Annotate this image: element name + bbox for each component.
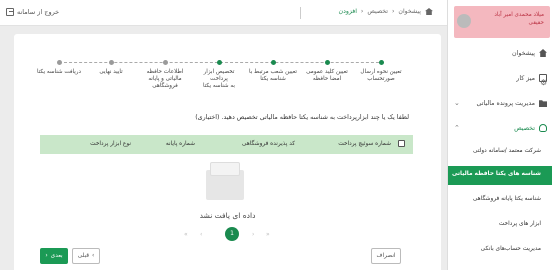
next-button[interactable]: بعدی ‹	[40, 248, 68, 264]
stepper: دریافت شناسه یکتا تایید نهایی اطلاعات حا…	[34, 60, 414, 100]
breadcrumb-item-allocation[interactable]: تخصیص	[367, 8, 388, 15]
home-icon	[425, 8, 433, 15]
sidebar-subitem-bank-accounts[interactable]: مدیریت حساب‌های بانکی	[448, 246, 552, 258]
logout-label: خروج از سامانه	[17, 8, 60, 16]
main-card: دریافت شناسه یکتا تایید نهایی اطلاعات حا…	[14, 34, 441, 270]
sidebar-subitem-tax-memory-ids[interactable]: شناسه های یکتا حافظه مالیاتی	[448, 166, 552, 185]
avatar	[457, 14, 471, 28]
chevron-up-icon: ⌃	[454, 124, 460, 132]
page-number-current[interactable]: 1	[225, 227, 239, 241]
empty-state-icon	[200, 162, 250, 206]
breadcrumb: پیشخوان ‹ تخصیص ‹ افزودن	[339, 8, 433, 15]
sidebar-subitem-terminal-ids[interactable]: شناسه یکتا پایانه فروشگاهی	[448, 196, 552, 208]
chevron-right-icon: ›	[91, 253, 95, 259]
sidebar-subitem-trusted-company[interactable]: شرکت معتمد /سامانه دولتی	[448, 148, 552, 160]
step-invoice-method: تعیین نحوه ارسال صورتحساب	[356, 60, 406, 83]
pagination: « ‹ 1 › »	[184, 227, 274, 243]
step-public-key: تعیین کلید عمومی امضا حافظه	[302, 60, 352, 83]
cancel-button[interactable]: انصراف	[371, 248, 401, 264]
chevron-left-icon: ‹	[45, 253, 48, 259]
prev-page-button[interactable]: ‹	[200, 231, 202, 238]
breadcrumb-item-add: افزودن	[338, 8, 357, 15]
divider	[300, 7, 301, 19]
column-header-payment-tool-type[interactable]: نوع ابزار پرداخت	[90, 141, 131, 147]
top-bar: خروج از سامانه پیشخوان ‹ تخصیص ‹ افزودن	[0, 0, 447, 26]
logout-icon	[6, 8, 14, 16]
last-page-button[interactable]: »	[266, 231, 270, 238]
column-header-merchant-code[interactable]: کد پذیرنده فروشگاهی	[242, 141, 295, 147]
first-page-button[interactable]: «	[184, 231, 188, 238]
instruction-text: لطفا یک یا چند ابزارپرداخت به شناسه یکتا…	[195, 114, 409, 121]
logout-button[interactable]: خروج از سامانه	[6, 8, 59, 16]
breadcrumb-item-dashboard[interactable]: پیشخوان	[398, 8, 421, 15]
step-assign-payment-tool: تخصیص ابزار پرداخت به شناسه یکتا	[194, 60, 244, 90]
user-name: میلاد محمدی امیر آباد	[494, 12, 544, 18]
sidebar-item-dashboard[interactable]: پیشخوان	[448, 47, 552, 59]
user-profile-box[interactable]: میلاد محمدی امیر آباد حقیقی	[454, 6, 550, 38]
sidebar: میلاد محمدی امیر آباد حقیقی پیشخوان میز …	[447, 0, 552, 270]
gear-icon[interactable]: ⚙	[540, 78, 547, 87]
sidebar-item-tax-file[interactable]: مدیریت پرونده مالیاتی ⌄	[448, 97, 552, 109]
folder-icon	[539, 100, 547, 107]
previous-button[interactable]: › قبلی	[72, 248, 100, 264]
sidebar-subitem-payment-tools[interactable]: ابزار های پرداخت	[448, 221, 552, 233]
sidebar-item-allocation[interactable]: تخصیص ⌃	[448, 122, 552, 134]
step-memory-info: اطلاعات حافظه مالیاتی و پایانه فروشگاهی	[140, 60, 190, 90]
table-header: شماره سوئیچ پرداخت کد پذیرنده فروشگاهی ش…	[40, 135, 413, 154]
next-page-button[interactable]: ›	[252, 231, 254, 238]
step-receive-id: دریافت شناسه یکتا	[34, 60, 84, 76]
empty-state-text: داده ای یافت نشد	[199, 211, 256, 220]
chevron-down-icon: ⌄	[454, 99, 460, 107]
column-header-switch-number[interactable]: شماره سوئیچ پرداخت	[338, 141, 391, 147]
home-icon	[539, 49, 547, 57]
select-all-checkbox[interactable]	[398, 140, 405, 147]
step-final-confirm: تایید نهایی	[86, 60, 136, 76]
user-icon	[539, 124, 547, 132]
column-header-terminal-number[interactable]: شماره پایانه	[166, 141, 195, 147]
sidebar-item-desk[interactable]: میز کار	[448, 72, 552, 84]
step-related-branches: تعیین شعب مرتبط با شناسه یکتا	[248, 60, 298, 83]
user-type: حقیقی	[528, 20, 544, 26]
